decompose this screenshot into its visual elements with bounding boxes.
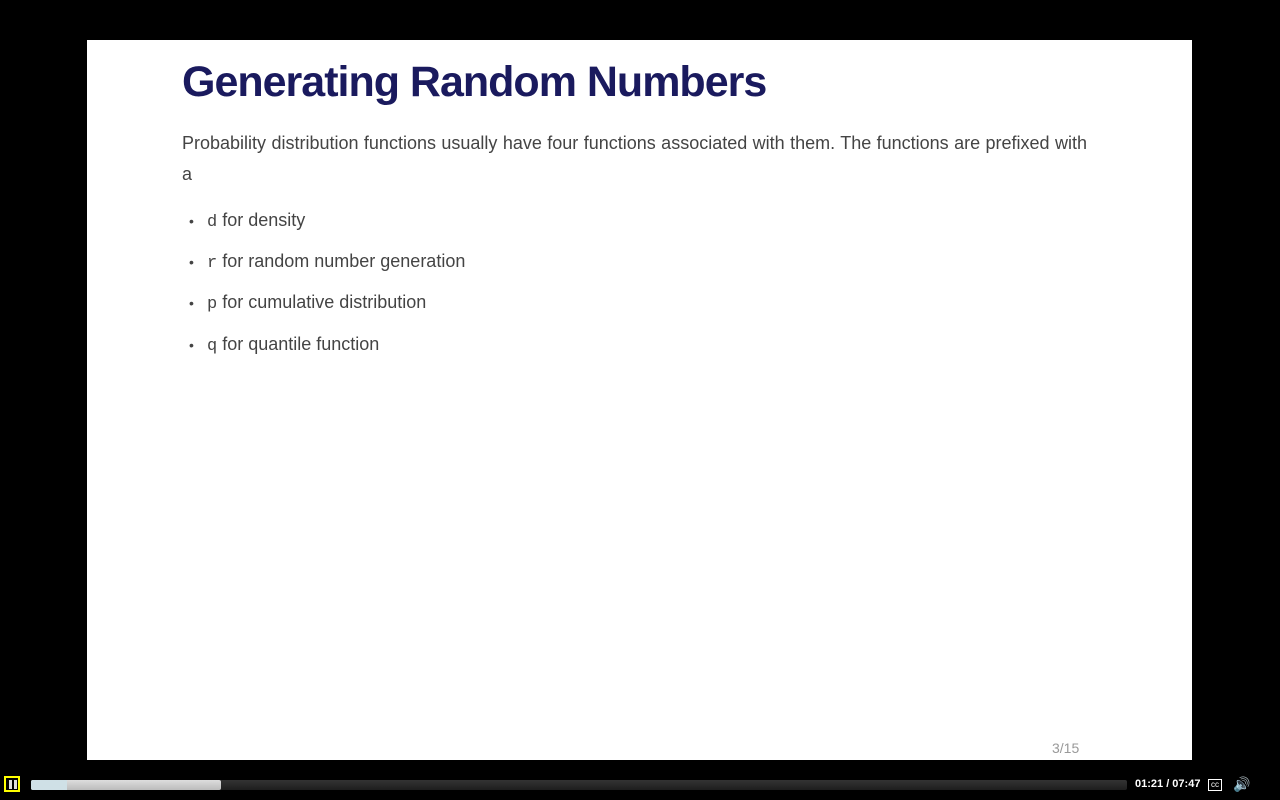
time-display: 01:21 / 07:47	[1135, 778, 1201, 790]
player-controls: 01:21 / 07:47 cc 🔊	[0, 770, 1280, 800]
bullet-code: p	[207, 295, 218, 314]
cc-icon[interactable]: cc	[1208, 779, 1222, 791]
pause-icon[interactable]	[4, 776, 20, 792]
bullet-item: • q for quantile function	[189, 334, 380, 356]
volume-icon[interactable]: 🔊	[1233, 776, 1250, 793]
bullet-item: • p for cumulative distribution	[189, 292, 427, 314]
slide-intro: Probability distribution functions usual…	[182, 133, 1087, 184]
bullet-text: for random number generation	[222, 251, 466, 271]
bullet-code: d	[207, 213, 218, 232]
bullet-code: q	[207, 337, 218, 356]
bullet-item: • d for density	[189, 210, 306, 232]
page-number: 3/15	[1052, 740, 1080, 756]
bullet-text: for quantile function	[222, 334, 380, 354]
seek-bar[interactable]	[31, 780, 1127, 790]
slide: Generating Random Numbers Probability di…	[87, 40, 1192, 760]
bullet-item: • r for random number generation	[189, 251, 466, 273]
bullet-text: for cumulative distribution	[222, 292, 427, 312]
bullet-code: r	[207, 254, 218, 273]
slide-title: Generating Random Numbers	[182, 58, 767, 106]
bullet-text: for density	[222, 210, 306, 230]
seek-buffer	[31, 780, 67, 790]
